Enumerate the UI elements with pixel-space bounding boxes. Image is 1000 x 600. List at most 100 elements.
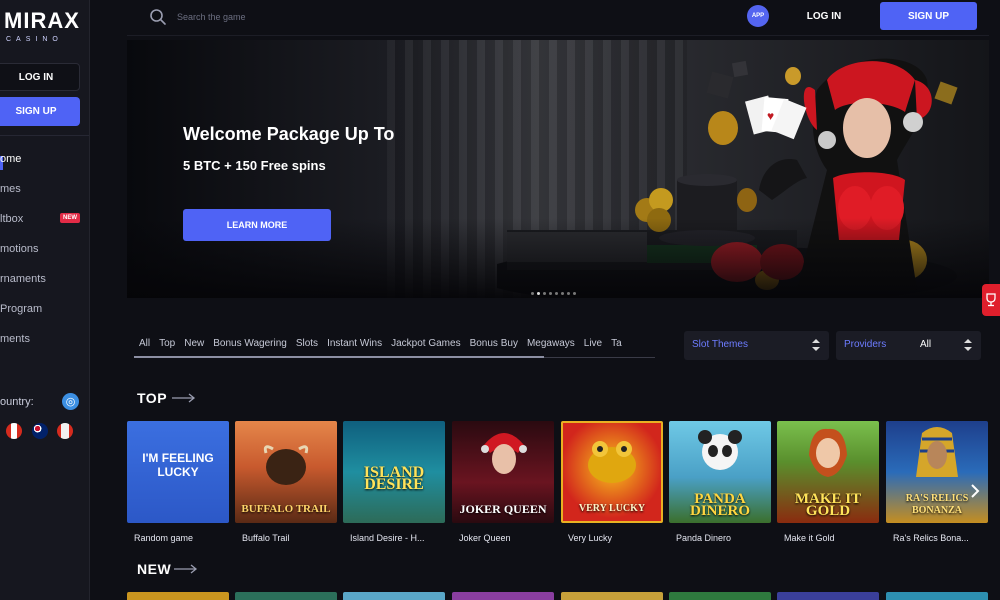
learn-more-button[interactable]: LEARN MORE (183, 209, 331, 241)
game-thumbnail[interactable] (452, 592, 554, 600)
trophy-icon (986, 293, 996, 307)
section-title-new[interactable]: NEW (137, 561, 171, 577)
game-card-buffalo-trail[interactable]: BUFFALO TRAIL (235, 421, 337, 523)
tab-jackpot-games[interactable]: Jackpot Games (391, 338, 469, 358)
providers-label: Providers (844, 339, 887, 350)
game-art-label: ISLAND DESIRE (363, 464, 425, 493)
sidebar-item-hotbox[interactable]: ltbox (0, 213, 23, 225)
app-button[interactable]: APP (747, 5, 769, 27)
game-art-label: I'M FEELING LUCKY (142, 451, 214, 479)
arrow-right-icon[interactable] (172, 393, 196, 403)
game-name[interactable]: Island Desire - H... (350, 533, 454, 543)
pharaoh-art (916, 427, 958, 477)
carousel-dot[interactable] (549, 292, 552, 295)
country-label: ountry: (0, 396, 34, 408)
sort-arrows-icon (964, 339, 972, 351)
sidebar: MIRAX CASINO LOG IN SIGN UP ome mes ltbo… (0, 0, 90, 600)
top-bar: APP LOG IN SIGN UP (127, 0, 989, 36)
canada-flag-icon[interactable] (6, 423, 22, 439)
peru-flag-icon[interactable] (57, 423, 73, 439)
providers-select[interactable]: Providers All (836, 331, 981, 360)
login-button[interactable]: LOG IN (792, 6, 856, 26)
carousel-dot[interactable] (543, 292, 546, 295)
brand-name: MIRAX (4, 8, 80, 33)
carousel-dot[interactable] (573, 292, 576, 295)
slot-themes-label: Slot Themes (692, 339, 748, 350)
tab-bonus-wagering[interactable]: Bonus Wagering (213, 338, 296, 358)
game-name[interactable]: Random game (134, 533, 238, 543)
brand-sub: CASINO (6, 36, 63, 43)
tab-table[interactable]: Ta (611, 338, 631, 358)
sidebar-signup-button[interactable]: SIGN UP (0, 97, 80, 126)
game-thumbnail[interactable] (561, 592, 663, 600)
game-art-label: PANDA DINERO (689, 491, 750, 519)
game-name[interactable]: Very Lucky (568, 533, 672, 543)
tab-slots[interactable]: Slots (296, 338, 327, 358)
section-title-top[interactable]: TOP (137, 390, 167, 406)
sort-arrows-icon (812, 339, 820, 351)
carousel-dots[interactable] (531, 292, 576, 295)
game-name[interactable]: Make it Gold (784, 533, 888, 543)
game-card-panda-dinero[interactable]: PANDA DINERO (669, 421, 771, 523)
game-name[interactable]: Buffalo Trail (242, 533, 346, 543)
game-card-make-it-gold[interactable]: MAKE IT GOLD (777, 421, 879, 523)
tabs-scroll-indicator[interactable] (134, 356, 544, 358)
game-art-label: BUFFALO TRAIL (241, 503, 331, 515)
arrow-right-icon[interactable] (174, 564, 198, 574)
brand-logo[interactable]: MIRAX CASINO (0, 6, 89, 48)
game-art-label: JOKER QUEEN (459, 502, 547, 516)
sidebar-item-tournaments[interactable]: rnaments (0, 273, 46, 285)
joker-art (481, 433, 527, 474)
tab-top[interactable]: Top (159, 338, 184, 358)
search-icon[interactable] (149, 8, 167, 26)
carousel-dot[interactable] (555, 292, 558, 295)
globe-icon[interactable]: ◎ (62, 393, 79, 410)
banner-subtitle: 5 BTC + 150 Free spins (183, 158, 326, 173)
sidebar-item-vip-program[interactable]: Program (0, 303, 42, 315)
sidebar-item-home[interactable]: ome (0, 153, 21, 165)
game-card-random[interactable]: I'M FEELING LUCKY (127, 421, 229, 523)
carousel-dot[interactable] (531, 292, 534, 295)
sidebar-item-games[interactable]: mes (0, 183, 21, 195)
game-name[interactable]: Ra's Relics Bona... (893, 533, 989, 543)
tab-live[interactable]: Live (584, 338, 611, 358)
sidebar-login-button[interactable]: LOG IN (0, 63, 80, 91)
leprechaun-art (809, 428, 847, 477)
game-card-very-lucky[interactable]: VERY LUCKY (561, 421, 663, 523)
carousel-dot[interactable] (567, 292, 570, 295)
game-thumbnail[interactable] (235, 592, 337, 600)
chevron-right-icon[interactable] (968, 482, 982, 500)
australia-flag-icon[interactable] (32, 423, 48, 439)
tab-all[interactable]: All (139, 338, 159, 358)
svg-text:♥: ♥ (767, 109, 774, 123)
sidebar-item-promotions[interactable]: motions (0, 243, 39, 255)
game-art-label: VERY LUCKY (578, 503, 646, 514)
game-card-joker-queen[interactable]: JOKER QUEEN (452, 421, 554, 523)
slot-themes-select[interactable]: Slot Themes (684, 331, 829, 360)
sidebar-divider (0, 135, 89, 136)
game-thumbnail[interactable] (777, 592, 879, 600)
panda-art (698, 430, 742, 470)
game-name[interactable]: Joker Queen (459, 533, 563, 543)
sidebar-item-payments[interactable]: ments (0, 333, 30, 345)
tournament-tab[interactable] (982, 284, 1000, 316)
game-thumbnail[interactable] (669, 592, 771, 600)
game-card-island-desire[interactable]: ISLAND DESIRE (343, 421, 445, 523)
game-name[interactable]: Panda Dinero (676, 533, 780, 543)
game-card-ras-relics-bonanza[interactable]: RA'S RELICS BONANZA (886, 421, 988, 523)
game-thumbnail[interactable] (127, 592, 229, 600)
new-badge: NEW (60, 213, 80, 223)
tab-instant-wins[interactable]: Instant Wins (327, 338, 391, 358)
signup-button[interactable]: SIGN UP (880, 2, 977, 30)
tab-new[interactable]: New (184, 338, 213, 358)
carousel-dot[interactable] (561, 292, 564, 295)
banner-title: Welcome Package Up To (183, 124, 395, 144)
game-thumbnail[interactable] (343, 592, 445, 600)
carousel-dot-active[interactable] (537, 292, 540, 295)
tab-bonus-buy[interactable]: Bonus Buy (470, 338, 527, 358)
search-input[interactable] (177, 8, 377, 26)
providers-value: All (920, 339, 932, 350)
promo-banner[interactable]: ♥ Welcome Package Up To 5 BTC + 150 Free… (127, 40, 989, 298)
game-thumbnail[interactable] (886, 592, 988, 600)
tab-megaways[interactable]: Megaways (527, 338, 584, 358)
